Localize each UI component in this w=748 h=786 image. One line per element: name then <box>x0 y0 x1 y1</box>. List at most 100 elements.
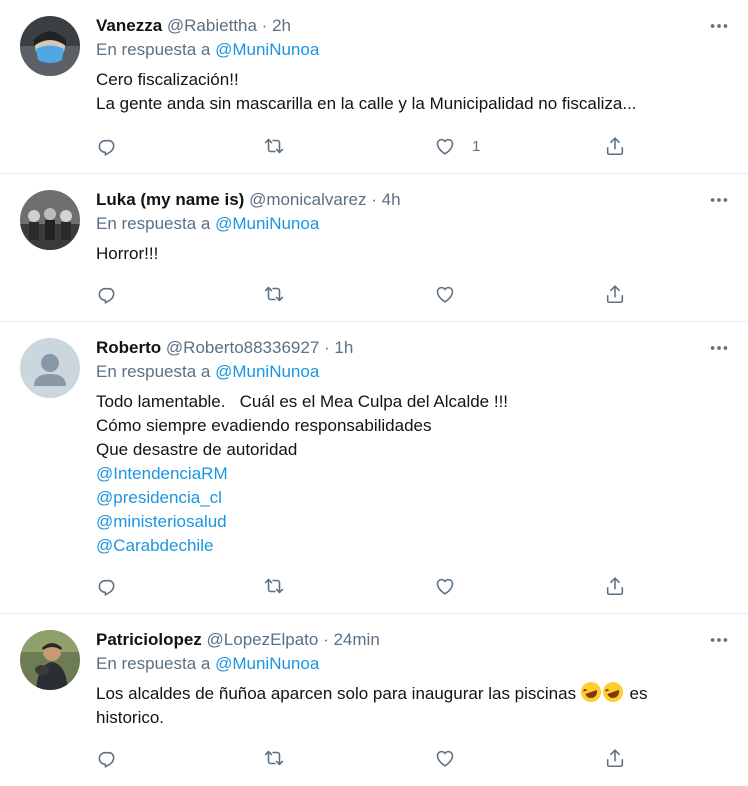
share-button[interactable] <box>604 134 626 158</box>
separator-dot: · <box>371 190 377 209</box>
tweet[interactable]: Vanezza @Rabiettha · 2h En respuesta a @… <box>0 0 748 174</box>
reply-prefix: En respuesta a <box>96 40 211 59</box>
tweet[interactable]: Luka (my name is) @monicalvarez · 4h En … <box>0 174 748 322</box>
more-options-button[interactable] <box>704 188 734 212</box>
avatar-image-icon <box>20 190 80 250</box>
tweet-text: Los alcaldes de ñuñoa aparcen solo para … <box>96 679 696 730</box>
rolling-on-floor-laughing-emoji-icon <box>600 679 626 705</box>
more-options-button[interactable] <box>704 14 734 38</box>
like-button[interactable] <box>434 574 456 598</box>
display-name[interactable]: Vanezza <box>96 16 162 35</box>
tweet-header: Roberto @Roberto88336927 · 1h <box>96 336 728 360</box>
share-button[interactable] <box>604 282 626 306</box>
user-handle[interactable]: @LopezElpato <box>207 630 319 649</box>
user-handle[interactable]: @monicalvarez <box>249 190 366 209</box>
retweet-button[interactable] <box>263 746 285 770</box>
tweet-content: Vanezza @Rabiettha · 2h En respuesta a @… <box>96 14 728 116</box>
separator-dot: · <box>323 630 329 649</box>
display-name[interactable]: Patriciolopez <box>96 630 202 649</box>
tweet-text: Cero fiscalización!! La gente anda sin m… <box>96 68 728 116</box>
user-handle[interactable]: @Roberto88336927 <box>166 338 319 357</box>
avatar-image-icon <box>20 630 80 690</box>
reply-icon <box>96 575 118 597</box>
share-icon <box>604 575 626 597</box>
tweet-actions <box>96 282 636 306</box>
reply-button[interactable] <box>96 574 118 598</box>
more-icon <box>708 337 730 359</box>
timestamp[interactable]: 1h <box>334 338 353 357</box>
retweet-icon <box>263 283 285 305</box>
reply-mention-link[interactable]: @MuniNunoa <box>215 654 319 673</box>
tweet[interactable]: Patriciolopez @LopezElpato · 24min En re… <box>0 614 748 786</box>
more-icon <box>708 629 730 651</box>
like-button[interactable] <box>434 746 456 770</box>
timestamp[interactable]: 24min <box>333 630 379 649</box>
reply-prefix: En respuesta a <box>96 654 211 673</box>
share-icon <box>604 283 626 305</box>
retweet-icon <box>263 575 285 597</box>
tweet-text-body: Los alcaldes de ñuñoa aparcen solo para … <box>96 679 696 730</box>
reply-context: En respuesta a @MuniNunoa <box>96 212 728 236</box>
tweet-text-line: Horror!!! <box>96 244 159 263</box>
more-icon <box>708 15 730 37</box>
more-options-button[interactable] <box>704 628 734 652</box>
reply-mention-link[interactable]: @MuniNunoa <box>215 40 319 59</box>
reply-button[interactable] <box>96 282 118 306</box>
retweet-button[interactable] <box>263 574 285 598</box>
share-button[interactable] <box>604 746 626 770</box>
separator-dot: · <box>324 338 330 357</box>
reply-prefix: En respuesta a <box>96 362 211 381</box>
tweet-text: Todo lamentable. Cuál es el Mea Culpa de… <box>96 390 728 558</box>
tweet-header: Vanezza @Rabiettha · 2h <box>96 14 728 38</box>
mention-link[interactable]: @ministeriosalud <box>96 510 728 534</box>
more-options-button[interactable] <box>704 336 734 360</box>
like-icon <box>434 575 456 597</box>
reply-button[interactable] <box>96 134 118 158</box>
more-icon <box>708 189 730 211</box>
tweet-text-line: Cero fiscalización!! <box>96 70 239 89</box>
like-icon <box>434 135 456 157</box>
rolling-on-floor-laughing-emoji-icon <box>578 679 604 705</box>
like-button[interactable] <box>434 282 456 306</box>
avatar[interactable] <box>20 190 80 250</box>
separator-dot: · <box>261 16 268 35</box>
reply-mention-link[interactable]: @MuniNunoa <box>215 214 319 233</box>
reply-icon <box>96 747 118 769</box>
avatar[interactable] <box>20 338 80 398</box>
mention-link[interactable]: @presidencia_cl <box>96 486 728 510</box>
share-icon <box>604 747 626 769</box>
tweet[interactable]: Roberto @Roberto88336927 · 1h En respues… <box>0 322 748 614</box>
avatar[interactable] <box>20 630 80 690</box>
avatar[interactable] <box>20 16 80 76</box>
timestamp[interactable]: 4h <box>382 190 401 209</box>
mention-link[interactable]: @IntendenciaRM <box>96 462 728 486</box>
display-name[interactable]: Roberto <box>96 338 161 357</box>
retweet-icon <box>263 747 285 769</box>
tweet-header: Patriciolopez @LopezElpato · 24min <box>96 628 728 652</box>
retweet-icon <box>263 135 285 157</box>
share-button[interactable] <box>604 574 626 598</box>
tweet-header: Luka (my name is) @monicalvarez · 4h <box>96 188 728 212</box>
like-count: 1 <box>472 137 481 155</box>
timestamp[interactable]: 2h <box>272 16 291 35</box>
tweet-actions <box>96 574 636 598</box>
display-name[interactable]: Luka (my name is) <box>96 190 244 209</box>
reply-icon <box>96 135 118 157</box>
avatar-image-icon <box>20 16 80 76</box>
tweet-actions: 1 <box>96 134 636 158</box>
tweet-text-line: Que desastre de autoridad <box>96 440 298 459</box>
like-button[interactable]: 1 <box>434 134 480 158</box>
retweet-button[interactable] <box>263 134 285 158</box>
user-handle[interactable]: @Rabiettha <box>167 16 257 35</box>
tweet-content: Roberto @Roberto88336927 · 1h En respues… <box>96 336 728 558</box>
mention-link[interactable]: @Carabdechile <box>96 534 728 558</box>
default-avatar-icon <box>20 338 80 398</box>
tweet-text: Horror!!! <box>96 242 728 266</box>
tweet-text-line: Cómo siempre evadiendo responsabilidades <box>96 416 432 435</box>
tweet-text-start: Los alcaldes de ñuñoa aparcen solo para … <box>96 684 581 703</box>
reply-mention-link[interactable]: @MuniNunoa <box>215 362 319 381</box>
retweet-button[interactable] <box>263 282 285 306</box>
reply-button[interactable] <box>96 746 118 770</box>
tweet-content: Luka (my name is) @monicalvarez · 4h En … <box>96 188 728 266</box>
reply-icon <box>96 283 118 305</box>
